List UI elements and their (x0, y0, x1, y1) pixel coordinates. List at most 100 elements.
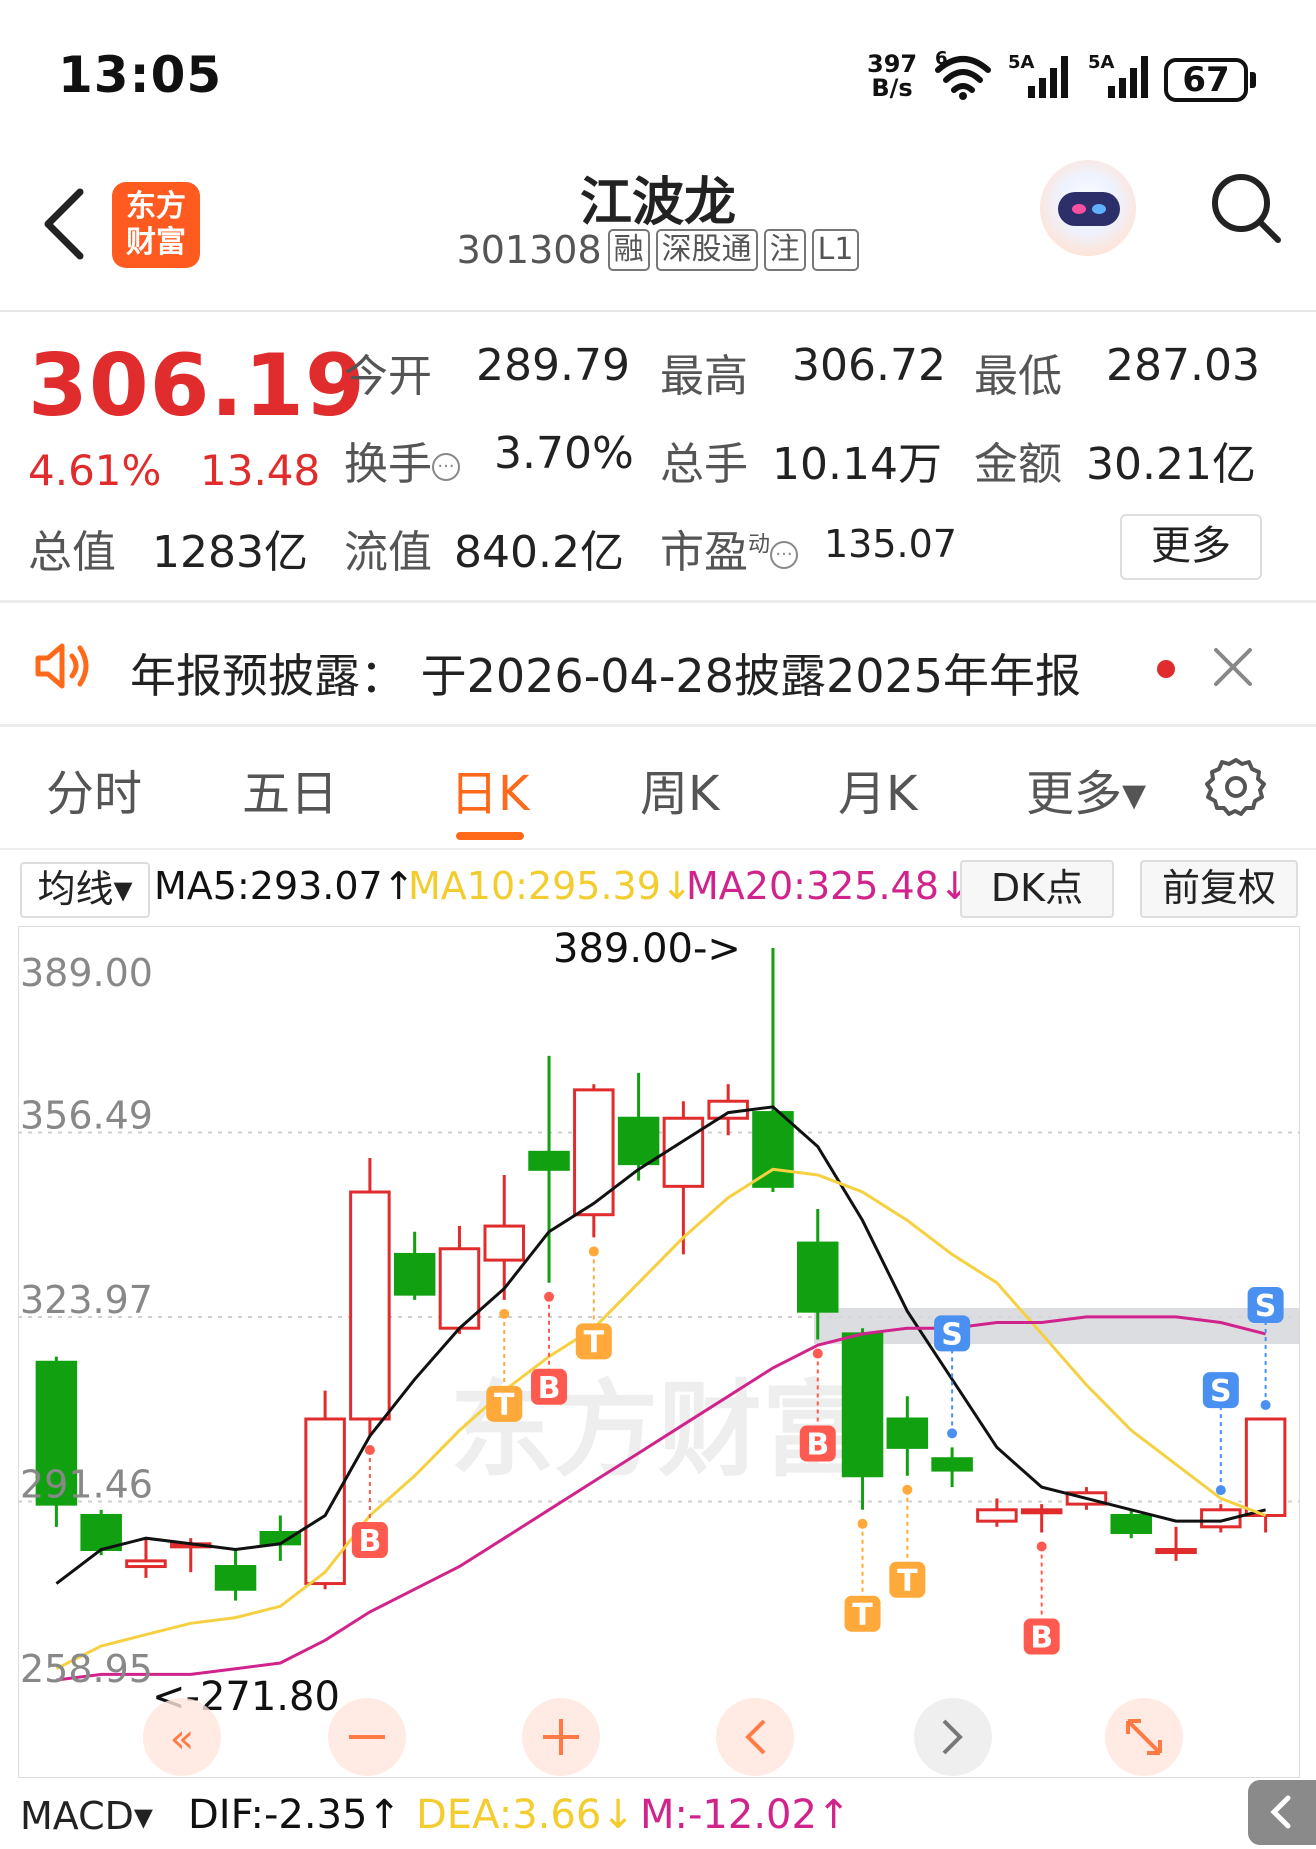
candle-body (931, 1457, 973, 1472)
candle-body (976, 1508, 1018, 1523)
market-cap-value: 1283亿 (152, 527, 308, 578)
candle-body (796, 1241, 839, 1313)
search-icon[interactable] (1208, 170, 1282, 244)
active-tab-indicator (456, 832, 524, 840)
volume-value: 10.14万 (772, 439, 942, 490)
tabs-divider (0, 848, 1316, 850)
pe-sup: 动 (748, 532, 771, 558)
float-cap-value: 840.2亿 (454, 527, 624, 578)
tab-five-day[interactable]: 五日 (242, 754, 338, 824)
scroll-left-button[interactable] (716, 1698, 794, 1776)
candle-body (752, 1111, 794, 1188)
scroll-right-button[interactable] (914, 1698, 992, 1776)
status-time: 13:05 (58, 46, 223, 104)
candle-body (125, 1559, 167, 1569)
indicator-select[interactable]: 均线▾ (20, 862, 150, 918)
candle-body (349, 1190, 391, 1421)
ma20-label: MA20:325.48↓ (686, 864, 971, 908)
high-label: 最高 (660, 351, 748, 402)
candle-body (393, 1252, 436, 1296)
battery-tip (1250, 72, 1256, 88)
amount-value: 30.21亿 (1086, 439, 1256, 490)
y-tick-label: 356.49 (20, 1093, 153, 1137)
signal-label: S (1255, 1289, 1277, 1324)
speaker-icon (35, 643, 89, 689)
pe-label: 市盈动 ··· (660, 516, 799, 580)
macd-dif: DIF:-2.35↑ (188, 1792, 401, 1838)
macd-dea: DEA:3.66↓ (416, 1792, 635, 1838)
close-icon[interactable] (1210, 644, 1256, 690)
y-tick-label: 323.97 (20, 1278, 153, 1322)
gear-icon[interactable] (1204, 756, 1268, 820)
stock-code: 301308 (456, 228, 602, 272)
signal-icon-2 (1108, 56, 1148, 98)
tab-daily-k[interactable]: 日K (450, 754, 529, 824)
candle-body (528, 1150, 570, 1171)
open-value: 289.79 (476, 340, 630, 391)
tag-level1: L1 (811, 229, 860, 271)
tag-registered: 注 (763, 229, 806, 271)
ma10-label: MA10:295.39↓ (408, 864, 693, 908)
signal-label: B (806, 1428, 829, 1463)
more-quote-button[interactable]: 更多 (1120, 514, 1262, 580)
tab-weekly-k[interactable]: 周K (640, 754, 719, 824)
change-percent: 4.61% (28, 446, 162, 495)
network-speed: 397 B/s (867, 52, 917, 100)
network-speed-value: 397 (867, 50, 918, 78)
info-icon-pe[interactable]: ··· (770, 541, 799, 569)
candle-body (214, 1565, 257, 1591)
adjust-price-button[interactable]: 前复权 (1140, 860, 1298, 918)
y-tick-label: 258.95 (20, 1647, 153, 1691)
quote-divider (0, 600, 1316, 603)
candlestick-chart[interactable]: 东方财富 BT BTBTTSBSS 389.00356.49323.97291.4… (18, 926, 1300, 1778)
candle-body (662, 1116, 705, 1188)
tag-margin: 融 (607, 229, 650, 271)
tab-more[interactable]: 更多▾ (1026, 754, 1146, 824)
pressure-zone (814, 1308, 1300, 1344)
amount-label: 金额 (974, 439, 1062, 490)
candle-body (1110, 1513, 1153, 1534)
network-speed-unit: B/s (871, 74, 913, 102)
battery-icon: 67 (1164, 58, 1248, 102)
signal-label: T (852, 1598, 873, 1633)
turnover-label-text: 换手 (344, 439, 432, 490)
candle-body (841, 1332, 884, 1478)
change-amount: 13.48 (200, 446, 321, 495)
turnover-label: 换手 ··· (344, 428, 460, 492)
candle-body (617, 1116, 660, 1166)
signal-label: T (584, 1325, 605, 1360)
candle-body (1020, 1508, 1063, 1515)
header-divider (0, 310, 1316, 312)
max-price-annotation: 389.00-> (553, 926, 741, 972)
assistant-eyes-icon (1072, 204, 1106, 214)
macd-select[interactable]: MACD▾ (20, 1790, 174, 1842)
candle-body (80, 1513, 122, 1552)
macd-m: M:-12.02↑ (640, 1792, 851, 1838)
low-value: 287.03 (1106, 340, 1260, 391)
signal-icon (1028, 56, 1068, 98)
candle-body (886, 1417, 929, 1449)
info-icon[interactable]: ··· (432, 453, 460, 481)
candle-body (1155, 1548, 1197, 1555)
tab-monthly-k[interactable]: 月K (838, 754, 917, 824)
candle-body (304, 1417, 346, 1586)
signal-label: S (941, 1317, 963, 1352)
volume-label: 总手 (660, 439, 748, 490)
candle (573, 1084, 615, 1238)
ma5-label: MA5:293.07↑ (154, 864, 415, 908)
candle (349, 1157, 391, 1437)
signal-label: S (1210, 1374, 1232, 1409)
side-panel-toggle[interactable] (1248, 1780, 1316, 1845)
market-cap-label: 总值 (28, 527, 116, 578)
dk-point-button[interactable]: DK点 (960, 860, 1114, 918)
open-label: 今开 (344, 351, 432, 402)
tag-shenzhen-connect: 深股通 (655, 229, 758, 271)
high-value: 306.72 (792, 340, 946, 391)
candle-body (1244, 1417, 1287, 1517)
annual-report-notice[interactable]: 年报预披露： 于2026-04-28披露2025年年报 (130, 640, 1081, 706)
y-tick-label: 291.46 (20, 1463, 153, 1507)
pe-label-text: 市盈 (660, 527, 748, 578)
tab-intraday[interactable]: 分时 (46, 754, 142, 824)
current-price: 306.19 (28, 336, 366, 436)
double-chevron-left-icon: « (170, 1716, 194, 1762)
